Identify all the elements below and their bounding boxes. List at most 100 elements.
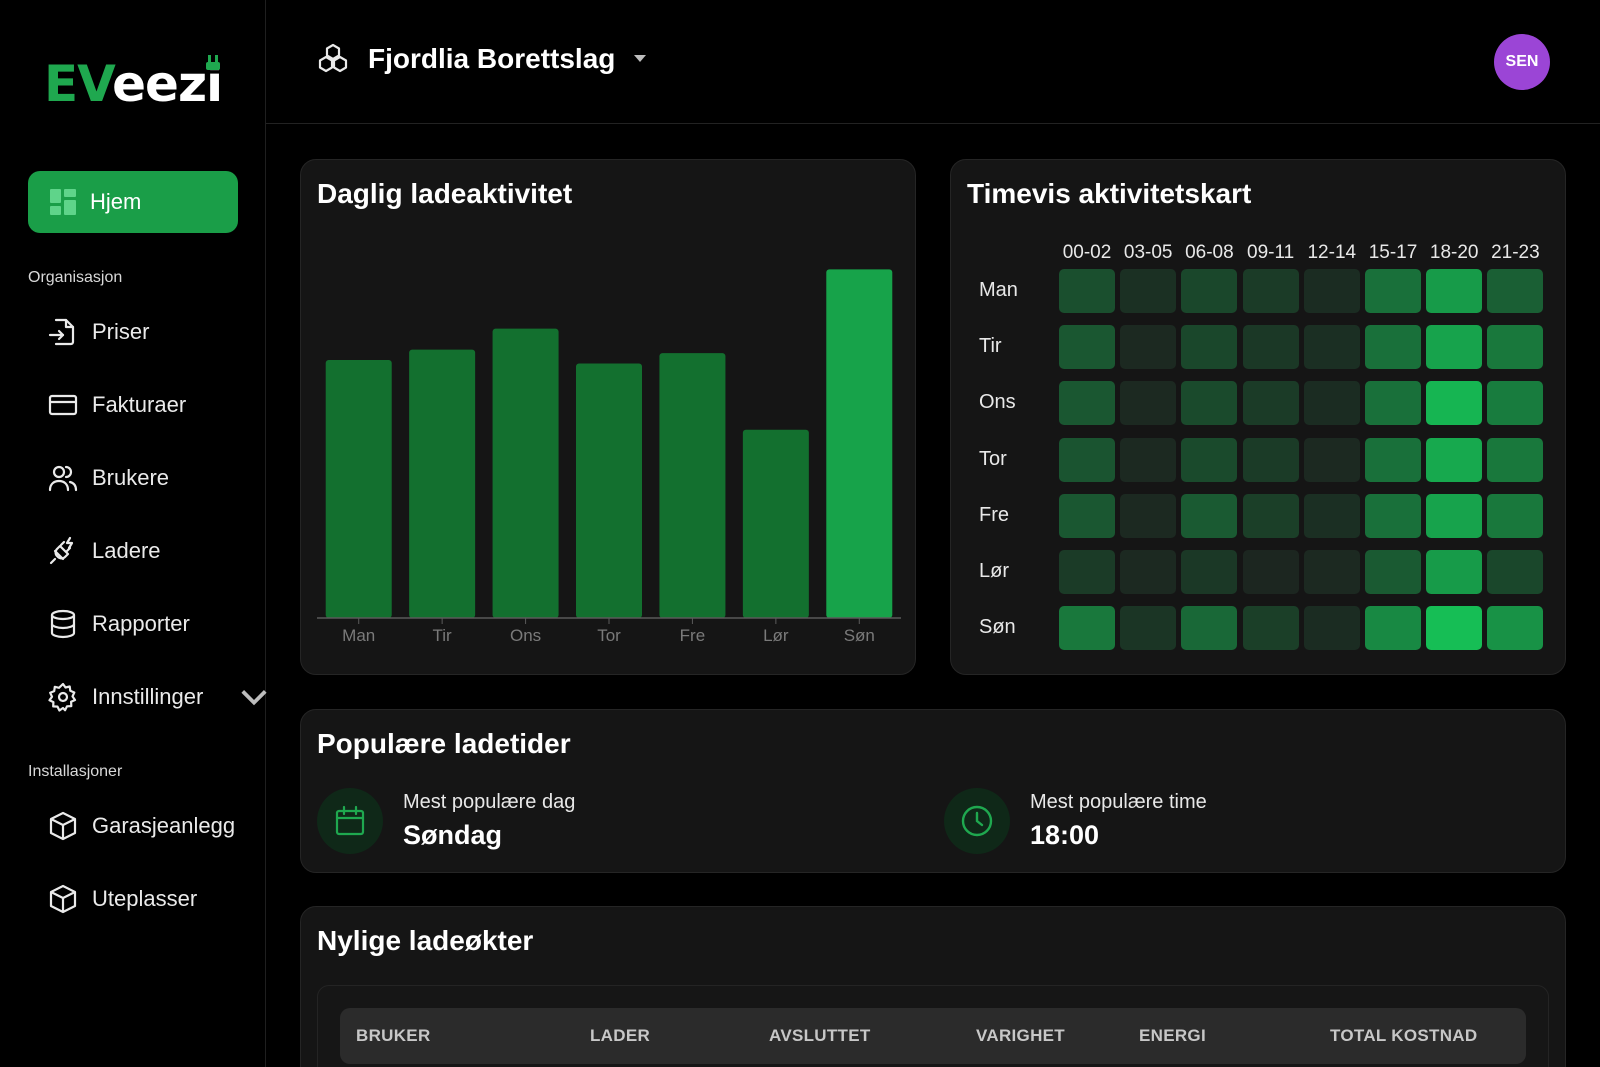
sidebar-item-priser[interactable]: Priser: [48, 312, 149, 352]
heatmap-cell[interactable]: [1242, 437, 1299, 482]
heatmap-cell[interactable]: [1487, 550, 1544, 594]
heatmap-cell[interactable]: [1426, 381, 1483, 426]
heatmap-cell[interactable]: [1059, 437, 1115, 482]
x-tick-label: Ons: [510, 626, 541, 645]
popular-times-card: Populære ladetider Mest populære dag Søn…: [300, 709, 1566, 873]
eveezi-logo[interactable]: EVeezi: [44, 52, 223, 116]
daily-activity-card: Daglig ladeaktivitet Man Tir Ons Tor Fre Lør S…: [300, 159, 916, 675]
heatmap-cell[interactable]: [1303, 269, 1360, 313]
heatmap-cell[interactable]: [1303, 493, 1360, 538]
heatmap-cell[interactable]: [1120, 269, 1177, 313]
heatmap-row-label: Fre: [979, 503, 1009, 526]
caret-down-icon: [634, 55, 647, 62]
heatmap-cell[interactable]: [1365, 381, 1421, 426]
heatmap-cell[interactable]: [1303, 381, 1360, 426]
column-header-total-kostnad[interactable]: TOTAL KOSTNAD: [1330, 1026, 1477, 1046]
sidebar-item-hjem[interactable]: Hjem: [28, 171, 238, 233]
bar-ons[interactable]: [492, 328, 559, 618]
sidebar-item-fakturaer[interactable]: Fakturaer: [48, 385, 186, 425]
org-selector[interactable]: Fjordlia Borettslag: [316, 42, 647, 76]
heatmap-cell[interactable]: [1426, 437, 1483, 482]
gear-icon: [48, 682, 77, 712]
heatmap-cell[interactable]: [1120, 550, 1177, 594]
hourly-heatmap: 00-02 03-05 06-08 09-11 12-14 15-17 18-20 21-23…: [951, 160, 1567, 676]
heatmap-cell[interactable]: [1303, 437, 1360, 482]
popular-hour-value: 18:00: [1030, 820, 1100, 850]
sidebar-item-label: Fakturaer: [92, 392, 187, 417]
heatmap-cell[interactable]: [1365, 269, 1421, 313]
heatmap-cell[interactable]: [1242, 269, 1299, 313]
heatmap-cell[interactable]: [1181, 550, 1238, 594]
heatmap-cell[interactable]: [1242, 325, 1299, 370]
heatmap-cell[interactable]: [1059, 606, 1115, 651]
heatmap-cell[interactable]: [1181, 606, 1238, 651]
heatmap-cell[interactable]: [1426, 606, 1483, 651]
column-header-avsluttet[interactable]: AVSLUTTET: [769, 1026, 871, 1046]
sidebar-item-label: Garasjeanlegg: [92, 813, 236, 838]
heatmap-cell[interactable]: [1059, 381, 1115, 426]
heatmap-cell[interactable]: [1365, 550, 1421, 594]
heatmap-cell[interactable]: [1120, 381, 1177, 426]
sidebar-item-garasjeanlegg[interactable]: Garasjeanlegg: [48, 806, 235, 846]
bar-tor[interactable]: [576, 363, 642, 618]
top-header: Fjordlia Borettslag SEN: [266, 0, 1600, 124]
clock-icon-badge: [944, 788, 1010, 854]
heatmap-cell[interactable]: [1242, 606, 1299, 651]
column-header-energi[interactable]: ENERGI: [1139, 1026, 1206, 1046]
heatmap-cell[interactable]: [1303, 606, 1360, 651]
sidebar-item-brukere[interactable]: Brukere: [48, 458, 169, 498]
heatmap-cell[interactable]: [1426, 493, 1483, 538]
heatmap-cell[interactable]: [1303, 325, 1360, 370]
sidebar-item-ladere[interactable]: Ladere: [48, 531, 161, 571]
sidebar-item-uteplasser[interactable]: Uteplasser: [48, 879, 197, 919]
bar-lør[interactable]: [742, 429, 809, 618]
chevron-down-icon[interactable]: [239, 682, 269, 712]
column-header-lader[interactable]: LADER: [590, 1026, 650, 1046]
heatmap-cell[interactable]: [1365, 437, 1421, 482]
heatmap-cell[interactable]: [1426, 550, 1483, 594]
user-avatar[interactable]: SEN: [1494, 34, 1550, 90]
bar-tir[interactable]: [409, 349, 476, 618]
heatmap-cell[interactable]: [1181, 493, 1238, 538]
heatmap-cell[interactable]: [1120, 325, 1177, 370]
heatmap-cell[interactable]: [1059, 550, 1115, 594]
sidebar-item-rapporter[interactable]: Rapporter: [48, 604, 190, 644]
bar-søn[interactable]: [826, 269, 893, 618]
heatmap-cell[interactable]: [1059, 325, 1115, 370]
heatmap-cell[interactable]: [1426, 269, 1483, 313]
x-tick-label: Lør: [763, 626, 789, 645]
heatmap-cell[interactable]: [1303, 550, 1360, 594]
heatmap-cell[interactable]: [1242, 381, 1299, 426]
heatmap-cell[interactable]: [1059, 493, 1115, 538]
section-label-installasjoner: Installasjoner: [28, 763, 123, 780]
heatmap-cell[interactable]: [1365, 606, 1421, 651]
heatmap-cell[interactable]: [1120, 437, 1177, 482]
card-title: Nylige ladeøkter: [317, 925, 534, 956]
heatmap-cell[interactable]: [1487, 493, 1544, 538]
bar-fre[interactable]: [659, 353, 726, 618]
sidebar-item-innstillinger[interactable]: Innstillinger: [48, 677, 269, 717]
heatmap-cell[interactable]: [1181, 381, 1238, 426]
heatmap-cell[interactable]: [1242, 493, 1299, 538]
heatmap-cell[interactable]: [1059, 269, 1115, 313]
column-header-varighet[interactable]: VARIGHET: [976, 1026, 1065, 1046]
heatmap-cell[interactable]: [1120, 493, 1177, 538]
heatmap-cell[interactable]: [1487, 381, 1544, 426]
heatmap-cell[interactable]: [1487, 606, 1544, 651]
column-header-bruker[interactable]: BRUKER: [356, 1026, 431, 1046]
heatmap-cell[interactable]: [1365, 493, 1421, 538]
plug-icon: [49, 536, 74, 565]
heatmap-cell[interactable]: [1426, 325, 1483, 370]
heatmap-cell[interactable]: [1487, 269, 1544, 313]
heatmap-cell[interactable]: [1242, 550, 1299, 594]
heatmap-cell[interactable]: [1487, 437, 1544, 482]
heatmap-cell[interactable]: [1487, 325, 1544, 370]
heatmap-cell[interactable]: [1365, 325, 1421, 370]
heatmap-cell[interactable]: [1181, 269, 1238, 313]
heatmap-cell[interactable]: [1181, 325, 1238, 370]
logo-eezi-text: eezi: [112, 55, 223, 113]
bar-man[interactable]: [325, 360, 392, 618]
recent-sessions-card: Nylige ladeøkter BRUKER LADER AVSLUTTET …: [300, 906, 1566, 1067]
heatmap-cell[interactable]: [1181, 437, 1238, 482]
heatmap-cell[interactable]: [1120, 606, 1177, 651]
